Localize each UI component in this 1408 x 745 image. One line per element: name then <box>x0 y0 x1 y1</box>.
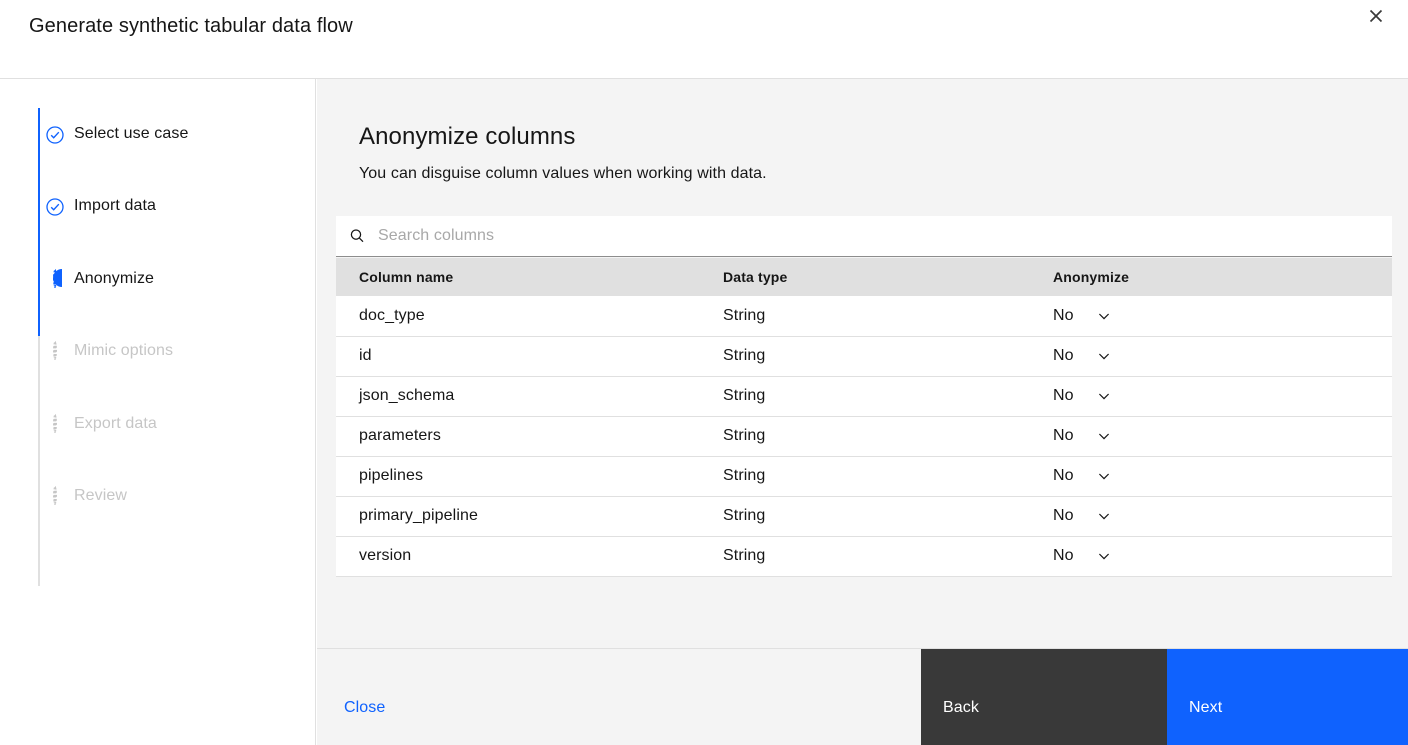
search-icon <box>336 216 378 257</box>
progress-sidebar: Select use case Import data Anonymize Mi… <box>0 79 316 745</box>
sidebar-item-import-data[interactable]: Import data <box>46 195 156 217</box>
table-row: parameters String No <box>336 416 1392 457</box>
cell-data-type: String <box>700 376 1030 417</box>
cell-data-type: String <box>700 336 1030 377</box>
modal-footer: Close Back Next <box>317 648 1408 745</box>
columns-table: Column name Data type Anonymize doc_type… <box>336 258 1392 577</box>
table-row: id String No <box>336 336 1392 377</box>
cell-column-name: version <box>336 536 700 577</box>
chevron-down-icon <box>1096 508 1112 524</box>
table-row: json_schema String No <box>336 376 1392 417</box>
anonymize-value: No <box>1053 306 1074 324</box>
sidebar-item-label: Export data <box>74 415 157 432</box>
close-modal-button[interactable] <box>1352 0 1400 36</box>
sidebar-item-label: Mimic options <box>74 342 174 359</box>
sidebar-item-label: Anonymize <box>74 270 155 287</box>
anonymize-value: No <box>1053 427 1074 444</box>
anonymize-value: No <box>1053 547 1074 564</box>
table-head: Column name Data type Anonymize <box>336 258 1392 296</box>
table-row: version String No <box>336 536 1392 577</box>
search-input[interactable] <box>378 215 1392 257</box>
table-row: primary_pipeline String No <box>336 496 1392 537</box>
sidebar-item-review: Review <box>46 485 127 507</box>
cell-column-name: pipelines <box>336 456 700 497</box>
cell-data-type: String <box>700 536 1030 577</box>
close-button[interactable]: Close <box>317 649 921 745</box>
sidebar-item-label: Import data <box>74 197 157 214</box>
sidebar-item-label: Review <box>74 487 128 504</box>
anonymize-dropdown[interactable]: No <box>1053 547 1112 565</box>
anonymize-dropdown[interactable]: No <box>1053 307 1112 325</box>
table-row: pipelines String No <box>336 456 1392 497</box>
anonymize-dropdown[interactable]: No <box>1053 387 1112 405</box>
section-heading: Anonymize columns <box>359 123 576 150</box>
cell-column-name: doc_type <box>336 296 700 337</box>
table-row: doc_type String No <box>336 296 1392 337</box>
cell-anonymize: No <box>1030 336 1392 377</box>
progress-fill <box>38 108 40 336</box>
dotted-circle-icon <box>46 341 64 361</box>
anonymize-dropdown[interactable]: No <box>1053 347 1112 365</box>
close-icon <box>1368 8 1384 24</box>
next-button[interactable]: Next <box>1167 649 1408 745</box>
anonymize-dropdown[interactable]: No <box>1053 427 1112 445</box>
cell-data-type: String <box>700 496 1030 537</box>
anonymize-value: No <box>1053 507 1074 524</box>
anonymize-value: No <box>1053 347 1074 364</box>
cell-anonymize: No <box>1030 376 1392 417</box>
cell-data-type: String <box>700 296 1030 337</box>
anonymize-value: No <box>1053 467 1074 484</box>
modal-header: Generate synthetic tabular data flow <box>0 0 1408 79</box>
check-circle-icon <box>46 126 64 144</box>
sidebar-item-anonymize[interactable]: Anonymize <box>46 268 154 290</box>
cell-anonymize: No <box>1030 296 1392 337</box>
search-bar[interactable] <box>336 215 1392 257</box>
sidebar-item-select-use-case[interactable]: Select use case <box>46 123 188 145</box>
columns-table-container: Column name Data type Anonymize doc_type… <box>336 258 1392 577</box>
page-title: Generate synthetic tabular data flow <box>29 15 353 37</box>
sidebar-item-mimic-options: Mimic options <box>46 340 173 362</box>
modal-body: Select use case Import data Anonymize Mi… <box>0 79 1408 745</box>
cell-anonymize: No <box>1030 416 1392 457</box>
anonymize-value: No <box>1053 387 1074 404</box>
cell-column-name: id <box>336 336 700 377</box>
back-button[interactable]: Back <box>921 649 1167 745</box>
cell-data-type: String <box>700 456 1030 497</box>
cell-column-name: parameters <box>336 416 700 457</box>
check-circle-icon <box>46 198 64 216</box>
column-header-data-type: Data type <box>700 258 1030 296</box>
cell-column-name: primary_pipeline <box>336 496 700 537</box>
anonymize-dropdown[interactable]: No <box>1053 507 1112 525</box>
main-panel: Anonymize columns You can disguise colum… <box>317 79 1408 745</box>
cell-anonymize: No <box>1030 456 1392 497</box>
chevron-down-icon <box>1096 308 1112 324</box>
chevron-down-icon <box>1096 388 1112 404</box>
chevron-down-icon <box>1096 428 1112 444</box>
dotted-circle-icon <box>46 486 64 506</box>
half-filled-circle-icon <box>46 269 64 289</box>
chevron-down-icon <box>1096 468 1112 484</box>
cell-anonymize: No <box>1030 496 1392 537</box>
table-body: doc_type String No id String No json_schema Str… <box>336 296 1392 577</box>
column-header-anonymize: Anonymize <box>1030 258 1392 296</box>
section-subheading: You can disguise column values when work… <box>359 165 767 182</box>
chevron-down-icon <box>1096 348 1112 364</box>
cell-data-type: String <box>700 416 1030 457</box>
anonymize-dropdown[interactable]: No <box>1053 467 1112 485</box>
sidebar-item-label: Select use case <box>74 125 189 142</box>
dotted-circle-icon <box>46 414 64 434</box>
table-header-row: Column name Data type Anonymize <box>336 258 1392 296</box>
synthetic-data-wizard-modal: Generate synthetic tabular data flow Sel… <box>0 0 1408 745</box>
cell-column-name: json_schema <box>336 376 700 417</box>
chevron-down-icon <box>1096 548 1112 564</box>
sidebar-item-export-data: Export data <box>46 413 157 435</box>
column-header-column-name: Column name <box>336 258 700 296</box>
cell-anonymize: No <box>1030 536 1392 577</box>
